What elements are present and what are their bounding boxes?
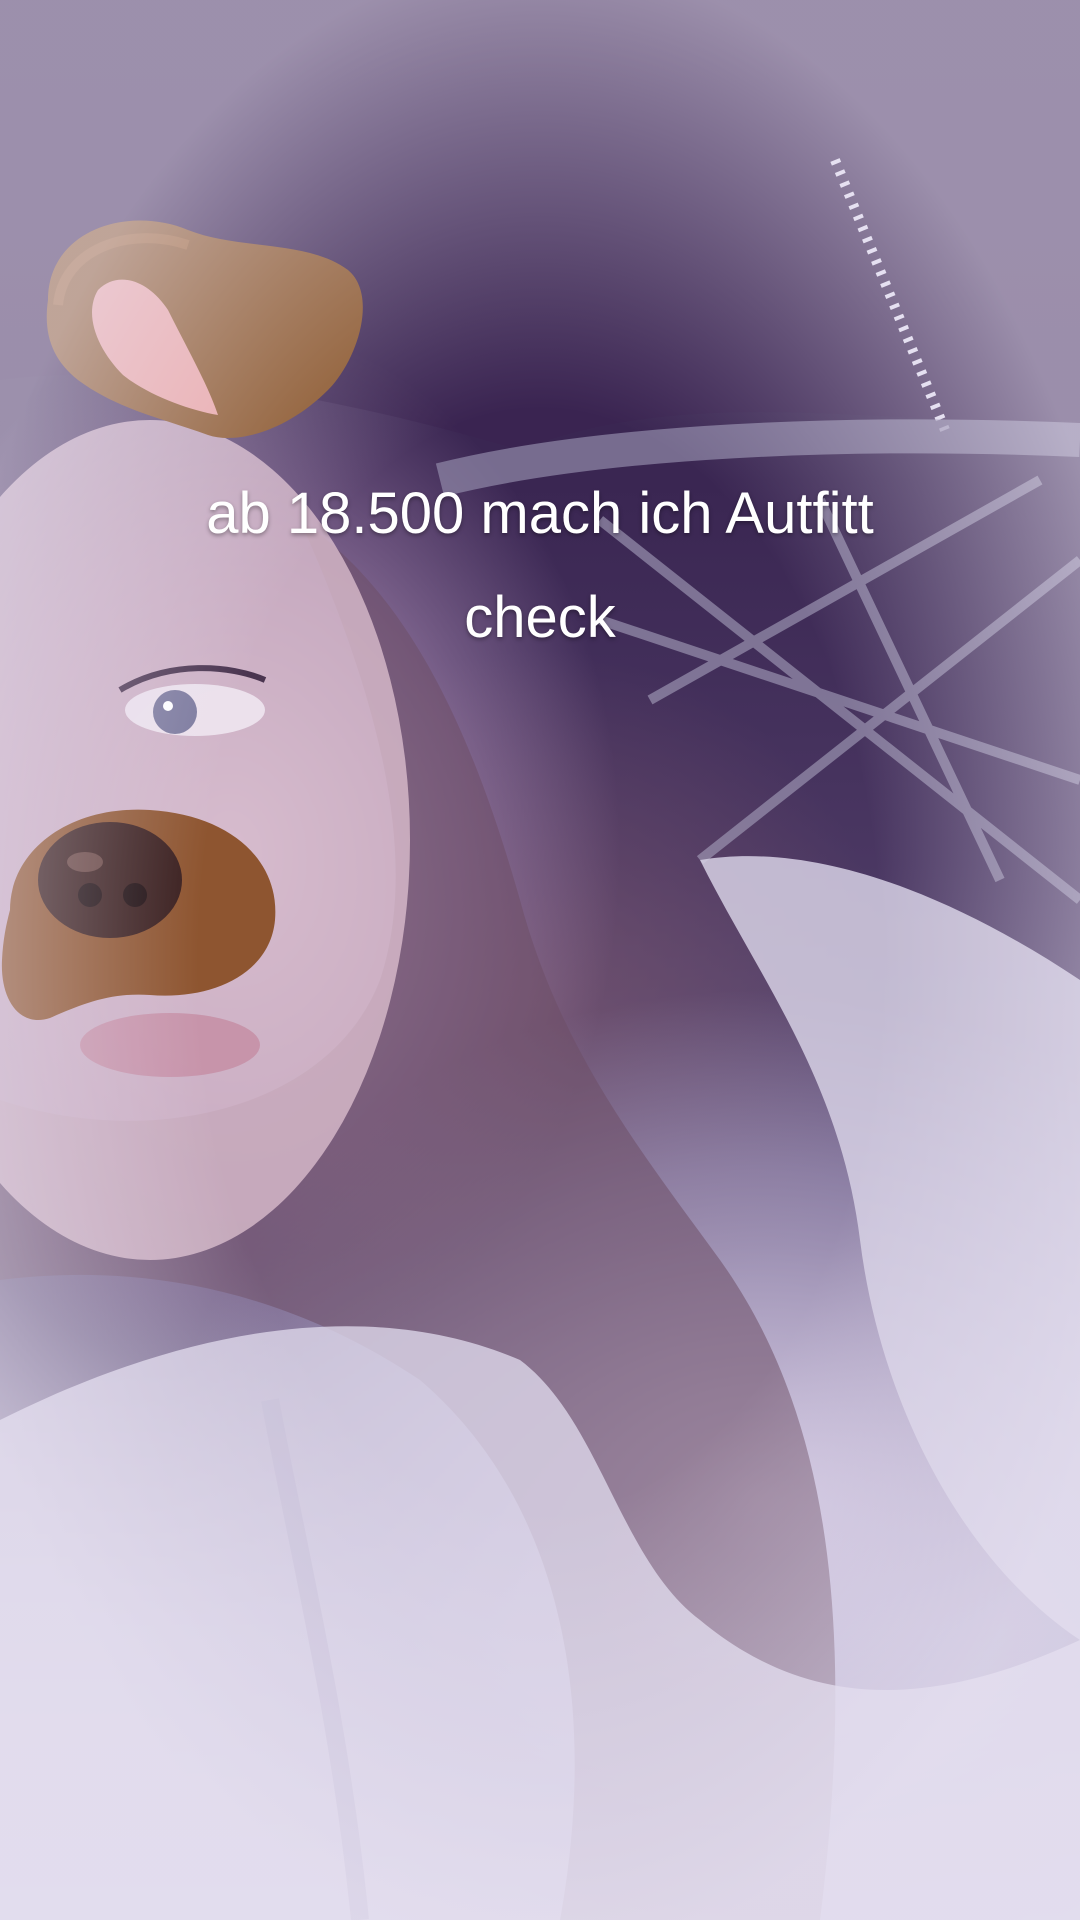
vignette-overlay: [0, 0, 1080, 1920]
video-frame[interactable]: ab 18.500 mach ich Autfitt check: [0, 0, 1080, 1920]
caption-line-2: check: [464, 585, 616, 650]
caption-line-1: ab 18.500 mach ich Autfitt: [206, 481, 874, 546]
video-caption: ab 18.500 mach ich Autfitt check: [0, 462, 1080, 670]
